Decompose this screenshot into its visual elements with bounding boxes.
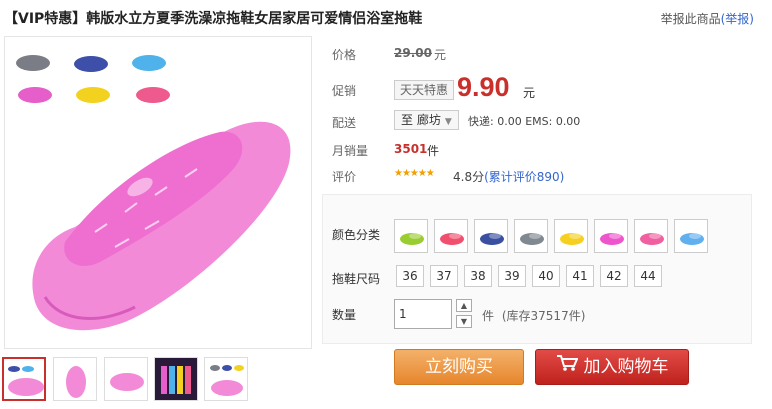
thumbnail-2[interactable] [53, 357, 97, 401]
size-label: 拖鞋尺码 [332, 272, 381, 286]
quantity-decrease-button[interactable]: ▼ [456, 315, 472, 328]
rating-value: 4.8分 [453, 170, 485, 184]
size-option-37[interactable]: 37 [430, 265, 458, 287]
thumbnail-1[interactable] [2, 357, 46, 401]
original-price-currency: 元 [434, 48, 447, 62]
promo-price: 9.90 [457, 72, 510, 102]
size-option-40[interactable]: 40 [532, 265, 560, 287]
original-price: 29.00 [394, 46, 432, 60]
promo-label: 促销 [332, 84, 357, 98]
promo-badge: 天天特惠 [394, 80, 455, 100]
sales-label: 月销量 [332, 144, 369, 158]
thumbnail-4[interactable] [154, 357, 198, 401]
star-rating-icon: ★★★★★ [394, 168, 435, 179]
price-label: 价格 [332, 48, 357, 62]
size-option-44[interactable]: 44 [634, 265, 662, 287]
quantity-increase-button[interactable]: ▲ [456, 299, 472, 312]
color-swatch-8[interactable] [674, 219, 708, 253]
reviews-link[interactable]: (累计评价890) [484, 170, 564, 184]
size-option-36[interactable]: 36 [396, 265, 424, 287]
sales-count: 3501 [394, 142, 428, 156]
size-option-42[interactable]: 42 [600, 265, 628, 287]
shipping-fees: 快递: 0.00 EMS: 0.00 [468, 115, 581, 128]
thumbnail-strip [2, 357, 322, 405]
stock-count: (库存37517件) [501, 309, 586, 323]
color-swatch-7[interactable] [634, 219, 668, 253]
color-swatch-3[interactable] [474, 219, 508, 253]
promo-price-currency: 元 [523, 86, 536, 100]
stock-info: 件 (库存37517件) [482, 307, 585, 324]
thumbnail-5[interactable] [204, 357, 248, 401]
slipper-illustration [5, 37, 311, 348]
destination-select[interactable]: 至 廊坊 ▼ [394, 110, 459, 130]
buy-now-button[interactable]: 立刻购买 [394, 349, 524, 385]
shipping-label: 配送 [332, 116, 357, 130]
color-swatch-1[interactable] [394, 219, 428, 253]
size-option-38[interactable]: 38 [464, 265, 492, 287]
chevron-down-icon: ▼ [444, 117, 452, 127]
size-option-39[interactable]: 39 [498, 265, 526, 287]
add-to-cart-label: 加入购物车 [583, 357, 669, 377]
rating-label: 评价 [332, 170, 357, 184]
destination-value: 至 廊坊 [401, 113, 441, 127]
color-swatch-4[interactable] [514, 219, 548, 253]
quantity-input[interactable]: 1 [394, 299, 452, 329]
quantity-label: 数量 [332, 308, 357, 322]
report-area: 举报此商品(举报) [661, 10, 754, 27]
product-title: 【VIP特惠】韩版水立方夏季洗澡凉拖鞋女居家居可爱情侣浴室拖鞋 [4, 11, 423, 27]
report-text: 举报此商品 [660, 12, 721, 26]
quantity-unit: 件 [482, 309, 495, 323]
cart-icon [556, 350, 579, 384]
report-link[interactable]: (举报) [721, 12, 754, 26]
color-swatch-5[interactable] [554, 219, 588, 253]
size-option-41[interactable]: 41 [566, 265, 594, 287]
color-label: 颜色分类 [332, 228, 381, 242]
color-swatch-2[interactable] [434, 219, 468, 253]
sales-unit: 件 [427, 144, 440, 158]
thumbnail-3[interactable] [104, 357, 148, 401]
main-product-image[interactable] [4, 36, 312, 349]
color-swatch-6[interactable] [594, 219, 628, 253]
rating-score: 4.8分(累计评价890) [453, 168, 564, 185]
add-to-cart-button[interactable]: 加入购物车 [535, 349, 689, 385]
